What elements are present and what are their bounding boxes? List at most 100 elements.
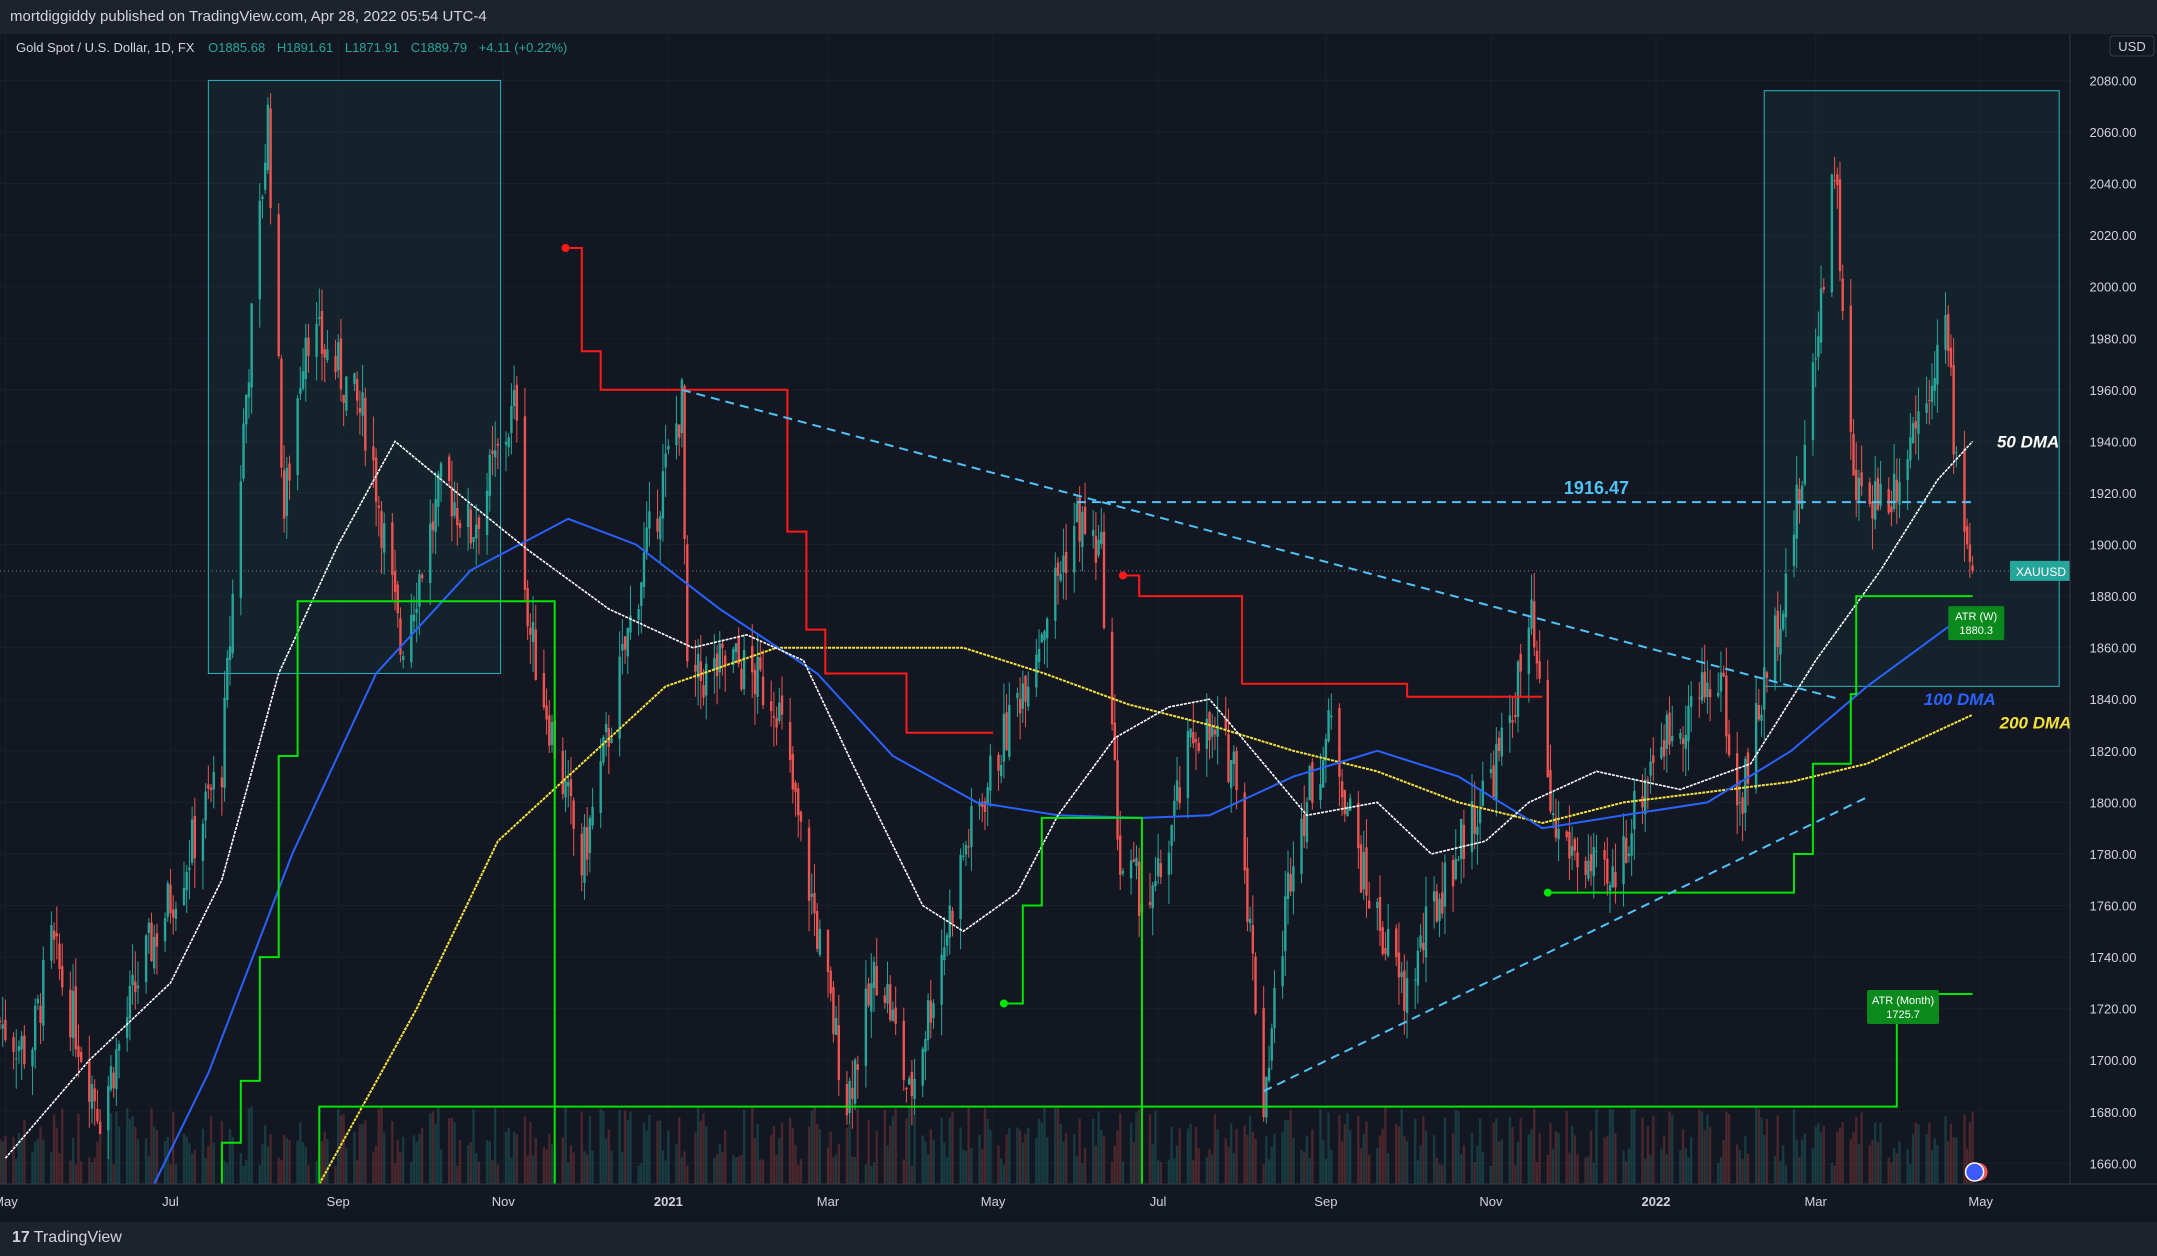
candle-body xyxy=(134,981,137,993)
volume-bar xyxy=(90,1162,94,1184)
candle-body xyxy=(1151,885,1154,909)
candle-body xyxy=(1671,736,1674,742)
volume-bar xyxy=(567,1162,570,1184)
volume-bar xyxy=(1319,1109,1322,1184)
volume-bar xyxy=(307,1164,310,1184)
candle-body xyxy=(1800,485,1804,509)
candle-body xyxy=(1416,950,1420,986)
volume-bar xyxy=(1873,1122,1877,1184)
candle-body xyxy=(1305,802,1309,843)
volume-bar xyxy=(713,1157,716,1184)
candle-body xyxy=(523,416,527,590)
candle-body xyxy=(794,782,797,792)
candle-body xyxy=(1424,906,1428,958)
candle-body xyxy=(353,373,356,385)
volume-bar xyxy=(1359,1148,1363,1184)
x-tick-label: Sep xyxy=(1314,1194,1337,1209)
candle-body xyxy=(1386,928,1390,956)
volume-bar xyxy=(136,1139,140,1184)
candle-body xyxy=(572,800,575,829)
volume-bar xyxy=(815,1124,819,1184)
volume-bar xyxy=(526,1155,529,1184)
candle-body xyxy=(174,908,178,920)
volume-bar xyxy=(69,1160,72,1184)
candle-body xyxy=(1765,672,1769,678)
candle-body xyxy=(648,511,651,529)
candle-body xyxy=(1186,730,1190,799)
tradingview-logo[interactable]: 17 TradingView xyxy=(12,1229,122,1247)
candle-body xyxy=(1836,174,1839,186)
candle-body xyxy=(42,959,45,1026)
candle-body xyxy=(282,470,286,519)
candle-body xyxy=(315,323,318,357)
volume-bar xyxy=(358,1124,362,1184)
volume-bar xyxy=(185,1136,188,1184)
trendline xyxy=(1263,796,1868,1093)
candle-body xyxy=(112,1072,115,1089)
ma-200-label: 200 DMA xyxy=(1999,713,2072,732)
y-tick-label: 2060.00 xyxy=(2090,125,2137,140)
volume-bar xyxy=(1175,1145,1179,1184)
candle-body xyxy=(564,780,567,798)
candle-body xyxy=(1078,497,1081,542)
candle-body xyxy=(967,846,970,848)
volume-bar xyxy=(637,1165,640,1184)
candle-body xyxy=(902,1020,905,1081)
candle-body xyxy=(1097,539,1100,556)
candle-body xyxy=(372,446,375,461)
candle-body xyxy=(1928,399,1931,401)
candle-body xyxy=(1643,779,1647,815)
volume-bar xyxy=(585,1154,589,1184)
candle-body xyxy=(1397,952,1401,978)
volume-bar xyxy=(326,1139,329,1184)
volume-bar xyxy=(1700,1111,1704,1184)
volume-bar xyxy=(715,1154,719,1184)
candle-body xyxy=(1841,278,1844,312)
ma-100-label: 100 DMA xyxy=(1924,690,1996,709)
candle-body xyxy=(645,527,648,552)
candle-body xyxy=(318,317,321,320)
candle-body xyxy=(677,424,681,438)
volume-bar xyxy=(355,1160,359,1184)
volume-bar xyxy=(818,1129,822,1184)
candle-body xyxy=(683,385,686,539)
candle-body xyxy=(905,1087,908,1090)
volume-bar xyxy=(1083,1147,1087,1184)
candle-body xyxy=(285,467,289,516)
volume-bar xyxy=(883,1110,887,1184)
volume-bar xyxy=(301,1142,305,1184)
volume-bar xyxy=(391,1120,394,1184)
candle-body xyxy=(1689,696,1693,707)
candle-body xyxy=(1868,482,1871,505)
time-axis[interactable] xyxy=(0,1184,2157,1222)
candle-body xyxy=(1852,433,1855,476)
atr-weekly-callout-title: ATR (W) xyxy=(1955,611,1997,623)
candle-body xyxy=(1898,482,1901,505)
volume-bar xyxy=(1633,1108,1636,1184)
price-chart[interactable]: 1916.47 50 DMA 100 DMA200 DMA ATR (W) 1880.3… xyxy=(0,34,2157,1222)
candle-body xyxy=(1367,900,1371,909)
volume-bar xyxy=(134,1126,137,1184)
volume-bar xyxy=(342,1113,345,1184)
candle-body xyxy=(997,754,1000,771)
volume-bar xyxy=(496,1164,500,1184)
symbol-legend[interactable]: Gold Spot / U.S. Dollar, 1D, FX O1885.68… xyxy=(16,40,567,55)
x-tick-label: May xyxy=(981,1194,1006,1209)
candle-body xyxy=(526,587,529,627)
volume-bar xyxy=(1592,1162,1595,1184)
volume-bar xyxy=(1270,1146,1273,1184)
volume-bar xyxy=(1708,1127,1712,1184)
candle-body xyxy=(951,910,954,924)
candle-body xyxy=(1955,452,1958,454)
candle-body xyxy=(1511,720,1514,723)
volume-bar xyxy=(1925,1134,1928,1184)
volume-bar xyxy=(1381,1128,1384,1184)
volume-bar xyxy=(1898,1141,1901,1184)
volume-bar xyxy=(412,1135,416,1184)
candle-body xyxy=(721,643,724,648)
volume-bar xyxy=(1054,1108,1057,1184)
candle-body xyxy=(1576,852,1579,868)
volume-bar xyxy=(696,1107,700,1184)
volume-bar xyxy=(96,1141,99,1184)
candle-body xyxy=(1557,828,1560,840)
